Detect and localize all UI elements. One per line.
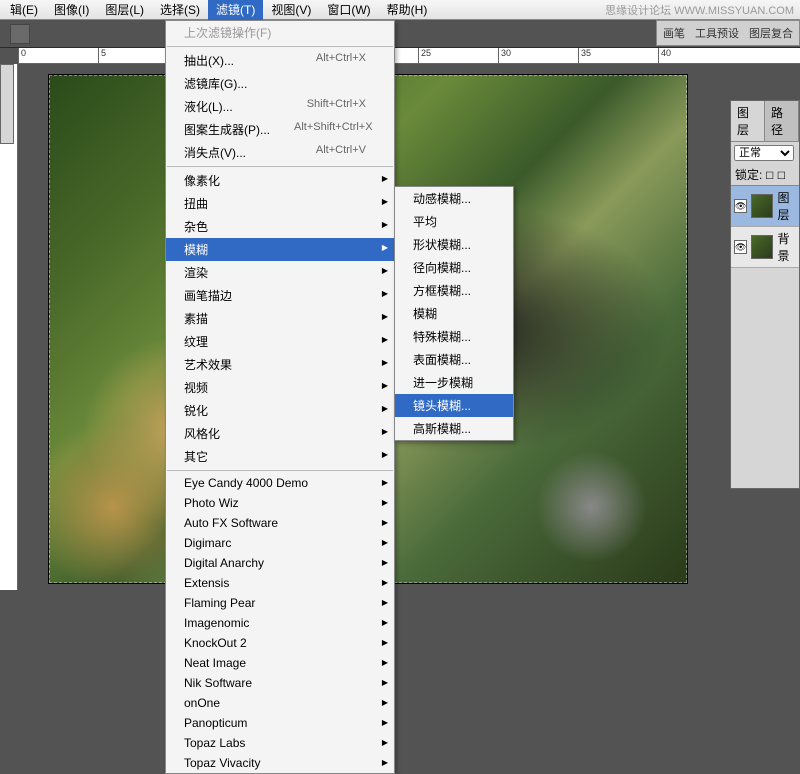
submenu-item[interactable]: 模糊 <box>395 302 513 325</box>
menu-item[interactable]: Neat Image <box>166 653 394 673</box>
submenu-item[interactable]: 进一步模糊 <box>395 371 513 394</box>
menu-item[interactable]: Extensis <box>166 573 394 593</box>
menu-item[interactable]: 风格化 <box>166 422 394 445</box>
blend-mode-select[interactable]: 正常 <box>734 145 794 161</box>
menu-item[interactable]: 画笔描边 <box>166 284 394 307</box>
toolopt-2[interactable]: 图层复合 <box>749 25 793 41</box>
layer-row[interactable]: 👁 图层 <box>731 186 799 227</box>
tab-paths[interactable]: 路径 <box>765 101 799 141</box>
filter-menu: 上次滤镜操作(F) 抽出(X)...Alt+Ctrl+X滤镜库(G)...液化(L… <box>165 20 395 774</box>
menu-item: 上次滤镜操作(F) <box>166 21 394 44</box>
swatch-panel <box>0 64 14 144</box>
menu-4[interactable]: 滤镜(T) <box>208 0 263 20</box>
toolopt-1[interactable]: 工具预设 <box>695 25 739 41</box>
tool-options: 画笔工具预设图层复合 <box>656 20 800 46</box>
menu-6[interactable]: 窗口(W) <box>319 0 378 20</box>
watermark: 思缘设计论坛 WWW.MISSYUAN.COM <box>605 2 794 18</box>
menu-2[interactable]: 图层(L) <box>97 0 152 20</box>
tab-layers[interactable]: 图层 <box>731 101 765 141</box>
toolopt-0[interactable]: 画笔 <box>663 25 685 41</box>
visibility-icon[interactable]: 👁 <box>734 240 747 254</box>
submenu-item[interactable]: 高斯模糊... <box>395 417 513 440</box>
submenu-item[interactable]: 形状模糊... <box>395 233 513 256</box>
menu-item[interactable]: 其它 <box>166 445 394 468</box>
menu-item[interactable]: 滤镜库(G)... <box>166 72 394 95</box>
submenu-item[interactable]: 镜头模糊... <box>395 394 513 417</box>
submenu-item[interactable]: 动感模糊... <box>395 187 513 210</box>
menu-item[interactable]: KnockOut 2 <box>166 633 394 653</box>
layer-row[interactable]: 👁 背景 <box>731 227 799 268</box>
menu-item[interactable]: Topaz Vivacity <box>166 753 394 773</box>
ruler-horizontal: 0510152025303540 <box>18 48 800 64</box>
submenu-item[interactable]: 表面模糊... <box>395 348 513 371</box>
submenu-item[interactable]: 平均 <box>395 210 513 233</box>
menu-item[interactable]: 杂色 <box>166 215 394 238</box>
menu-item[interactable]: 消失点(V)...Alt+Ctrl+V <box>166 141 394 164</box>
menu-item[interactable]: Eye Candy 4000 Demo <box>166 473 394 493</box>
menu-item[interactable]: 素描 <box>166 307 394 330</box>
menu-item[interactable]: 艺术效果 <box>166 353 394 376</box>
submenu-item[interactable]: 径向模糊... <box>395 256 513 279</box>
menu-7[interactable]: 帮助(H) <box>379 0 436 20</box>
menu-0[interactable]: 辑(E) <box>2 0 46 20</box>
lock-options: 锁定: ☐ ☐ <box>731 164 799 186</box>
menu-item[interactable]: Auto FX Software <box>166 513 394 533</box>
layer-name: 背景 <box>777 230 796 264</box>
menu-3[interactable]: 选择(S) <box>152 0 208 20</box>
visibility-icon[interactable]: 👁 <box>734 199 747 213</box>
menu-item[interactable]: 抽出(X)...Alt+Ctrl+X <box>166 49 394 72</box>
menu-item[interactable]: 渲染 <box>166 261 394 284</box>
menu-item[interactable]: Imagenomic <box>166 613 394 633</box>
layer-name: 图层 <box>777 189 796 223</box>
menu-item[interactable]: 视频 <box>166 376 394 399</box>
menu-item[interactable]: Digimarc <box>166 533 394 553</box>
layer-thumb <box>751 194 773 218</box>
menu-item[interactable]: 图案生成器(P)...Alt+Shift+Ctrl+X <box>166 118 394 141</box>
menu-item[interactable]: 纹理 <box>166 330 394 353</box>
menu-item[interactable]: Panopticum <box>166 713 394 733</box>
panel-tabs: 图层 路径 <box>731 101 799 142</box>
submenu-item[interactable]: 方框模糊... <box>395 279 513 302</box>
submenu-item[interactable]: 特殊模糊... <box>395 325 513 348</box>
blur-submenu: 动感模糊...平均形状模糊...径向模糊...方框模糊...模糊特殊模糊...表… <box>394 186 514 441</box>
menu-item[interactable]: 像素化 <box>166 169 394 192</box>
menu-item[interactable]: 扭曲 <box>166 192 394 215</box>
tool-preset-icon[interactable] <box>10 24 30 44</box>
menu-item[interactable]: 液化(L)...Shift+Ctrl+X <box>166 95 394 118</box>
menu-item[interactable]: Flaming Pear <box>166 593 394 613</box>
layer-thumb <box>751 235 773 259</box>
menu-item[interactable]: 模糊 <box>166 238 394 261</box>
menu-item[interactable]: Digital Anarchy <box>166 553 394 573</box>
menu-item[interactable]: Nik Software <box>166 673 394 693</box>
menu-item[interactable]: onOne <box>166 693 394 713</box>
menu-item[interactable]: 锐化 <box>166 399 394 422</box>
menu-item[interactable]: Photo Wiz <box>166 493 394 513</box>
menu-item[interactable]: Topaz Labs <box>166 733 394 753</box>
layers-panel: 图层 路径 正常 锁定: ☐ ☐ 👁 图层 👁 背景 <box>730 100 800 489</box>
menu-1[interactable]: 图像(I) <box>46 0 97 20</box>
menu-5[interactable]: 视图(V) <box>263 0 319 20</box>
